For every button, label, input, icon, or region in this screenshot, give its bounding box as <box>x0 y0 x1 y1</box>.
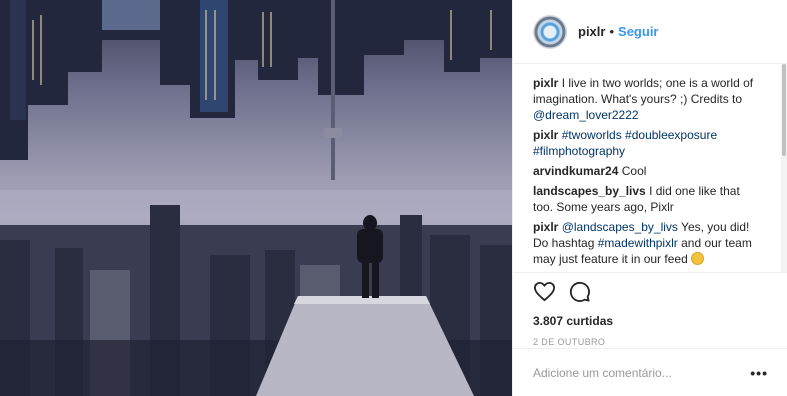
comment-item: pixlr @landscapes_by_livs Yes, you did! … <box>533 219 761 267</box>
comments-scrollbar[interactable] <box>781 64 787 272</box>
comment-item: arvindkumar24 Cool <box>533 163 761 179</box>
header-separator: • <box>609 24 615 39</box>
instagram-post: pixlr • Seguir pixlr I live in two world… <box>0 0 787 396</box>
follow-button[interactable]: Seguir <box>618 24 658 39</box>
comment-item: pixlr I live in two worlds; one is a wor… <box>533 75 761 123</box>
header-username[interactable]: pixlr <box>578 24 605 39</box>
heart-icon[interactable] <box>533 280 556 306</box>
avatar[interactable] <box>533 14 567 49</box>
comment-icon[interactable] <box>568 280 591 306</box>
hashtag-links[interactable]: #twoworlds #doubleexposure #filmphotogra… <box>533 128 717 158</box>
mention-link[interactable]: @dream_lover2222 <box>533 108 639 122</box>
hugging-emoji-icon <box>691 252 705 265</box>
comment-text: I live in two worlds; one is a world of … <box>533 76 754 106</box>
comment-username[interactable]: arvindkumar24 <box>533 164 618 178</box>
mention-link[interactable]: @landscapes_by_livs <box>562 220 678 234</box>
comment-username[interactable]: pixlr <box>533 128 558 142</box>
scrollbar-thumb[interactable] <box>782 64 786 156</box>
hashtag-link[interactable]: #madewithpixlr <box>598 236 678 250</box>
comment-text: Cool <box>621 164 647 178</box>
likes-count[interactable]: 3.807 curtidas <box>533 314 768 328</box>
add-comment-bar: ••• <box>513 348 787 396</box>
comment-item: landscapes_by_livs I did one like that t… <box>533 183 761 215</box>
comments-list: pixlr I live in two worlds; one is a wor… <box>513 64 781 272</box>
post-sidebar: pixlr • Seguir pixlr I live in two world… <box>512 0 787 396</box>
post-date[interactable]: 2 DE OUTUBRO <box>533 337 768 347</box>
inverted-city-image <box>0 0 512 396</box>
post-actions: 3.807 curtidas 2 DE OUTUBRO <box>513 272 787 347</box>
comment-item: pixlr #twoworlds #doubleexposure #filmph… <box>533 127 761 159</box>
comment-username[interactable]: pixlr <box>533 220 558 234</box>
more-options-button[interactable]: ••• <box>750 365 768 381</box>
comment-input[interactable] <box>533 365 751 380</box>
post-header: pixlr • Seguir <box>513 0 787 64</box>
comment-username[interactable]: pixlr <box>533 76 558 90</box>
post-photo[interactable] <box>0 0 512 396</box>
comment-username[interactable]: landscapes_by_livs <box>533 184 646 198</box>
